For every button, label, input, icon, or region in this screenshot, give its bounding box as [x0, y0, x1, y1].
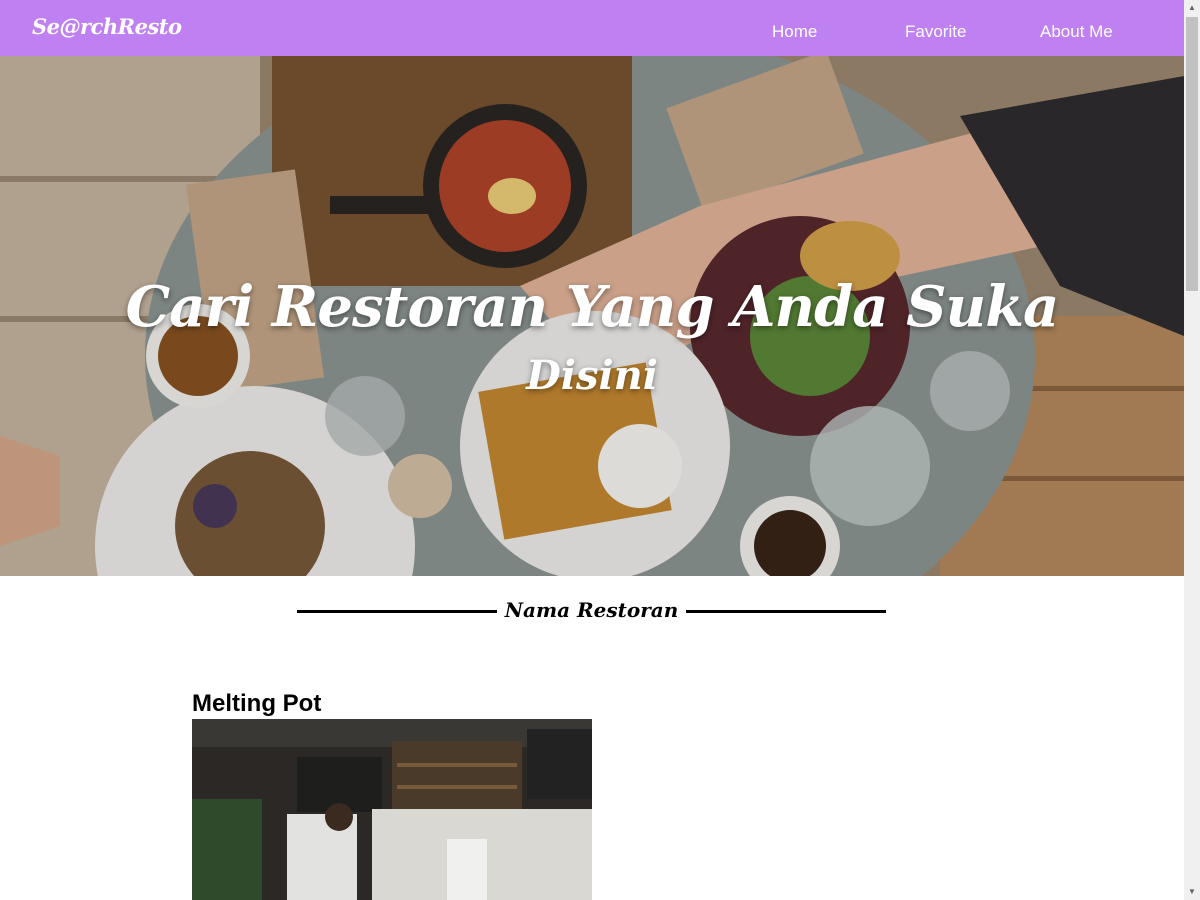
hero-banner: Cari Restoran Yang Anda Suka Disini: [0, 56, 1184, 576]
nav-home-link[interactable]: Home: [772, 22, 817, 42]
scroll-up-icon[interactable]: ▲: [1184, 0, 1200, 16]
page-scrollbar[interactable]: ▲ ▼: [1184, 0, 1200, 900]
scrollbar-thumb[interactable]: [1186, 17, 1198, 291]
navbar: Se@rchResto Home Favorite About Me: [0, 0, 1184, 56]
nav-links: Home Favorite About Me: [0, 0, 1184, 56]
restaurant-name[interactable]: Melting Pot: [192, 690, 321, 718]
scroll-down-icon[interactable]: ▼: [1184, 884, 1200, 900]
heading-divider-left: [297, 610, 497, 613]
nav-favorite-link[interactable]: Favorite: [905, 22, 966, 42]
hero-subtitle: Disini: [526, 352, 658, 399]
heading-divider-right: [686, 610, 886, 613]
section-title: Nama Restoran: [504, 598, 679, 622]
nav-about-link[interactable]: About Me: [1040, 22, 1113, 42]
hero-title: Cari Restoran Yang Anda Suka: [125, 274, 1060, 340]
section-heading: Nama Restoran: [297, 596, 886, 628]
restaurant-image[interactable]: [192, 719, 592, 900]
restaurant-photo: [192, 719, 592, 900]
